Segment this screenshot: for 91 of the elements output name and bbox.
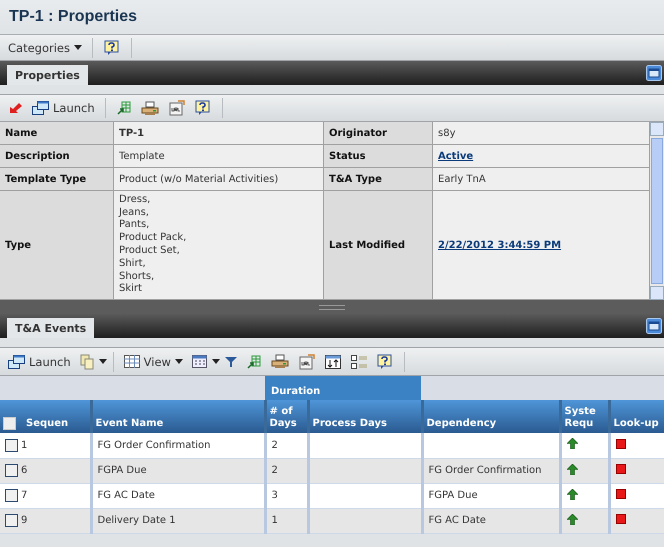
- printer-icon[interactable]: [270, 354, 289, 369]
- column-header[interactable]: Event Name: [91, 400, 265, 433]
- type-value: Product Set,: [119, 245, 180, 258]
- help-icon[interactable]: [194, 100, 211, 116]
- field-value: Template: [119, 150, 165, 162]
- column-header[interactable]: # of Days: [265, 400, 308, 433]
- field-value: Product (w/o Material Activities): [119, 174, 278, 184]
- column-header[interactable]: Syste Requ: [560, 400, 609, 433]
- field-label: Status: [329, 150, 366, 162]
- categories-menu[interactable]: Categories: [4, 36, 86, 58]
- column-header[interactable]: Process Days: [308, 400, 422, 433]
- table-cell: 2: [265, 433, 308, 458]
- square-icon: [616, 489, 626, 499]
- table-cell: 1: [265, 508, 308, 533]
- table-cell: FGPA Due: [422, 483, 560, 508]
- up-arrow-icon: [566, 514, 578, 524]
- type-value: Skirt: [119, 283, 142, 296]
- field-label: Description: [5, 150, 70, 162]
- up-arrow-icon: [566, 438, 578, 450]
- type-value: Shirt,: [119, 258, 146, 271]
- table-cell: FG AC Date: [422, 508, 560, 533]
- back-arrow-icon[interactable]: [9, 102, 23, 114]
- square-icon: [616, 464, 626, 474]
- windows-icon: [32, 101, 49, 115]
- table-cell: 7: [21, 490, 28, 502]
- field-label: Last Modified: [329, 240, 406, 250]
- windows-icon: [8, 354, 25, 368]
- row-checkbox[interactable]: [5, 464, 18, 477]
- maximize-icon[interactable]: [646, 318, 662, 334]
- type-value: Pants,: [119, 219, 150, 232]
- help-icon[interactable]: [376, 354, 393, 370]
- expand-list-icon[interactable]: [350, 354, 367, 368]
- type-value: Shorts,: [119, 270, 154, 283]
- dropdown-caret-icon[interactable]: [174, 359, 183, 364]
- maximize-icon[interactable]: [646, 65, 662, 81]
- dropdown-caret-icon[interactable]: [74, 45, 82, 50]
- column-header[interactable]: Sequen: [0, 400, 91, 433]
- table-cell: 9: [21, 515, 28, 526]
- table-cell: FG AC Date: [91, 483, 265, 508]
- table-cell: FGPA Due: [91, 458, 265, 483]
- sort-icon[interactable]: [324, 354, 341, 368]
- column-header[interactable]: Dependency: [422, 400, 560, 433]
- table-cell: Delivery Date 1: [91, 508, 265, 533]
- select-all-checkbox[interactable]: [3, 416, 16, 430]
- table-cell: 2: [265, 458, 308, 483]
- value-link[interactable]: Active: [438, 150, 474, 162]
- table-cell: 1: [21, 440, 28, 451]
- table-icon: [124, 355, 140, 368]
- copy-icon[interactable]: [80, 354, 94, 370]
- column-header[interactable]: Look-up: [609, 400, 664, 433]
- field-label: Type: [5, 240, 32, 250]
- field-value: s8y: [438, 128, 456, 138]
- up-arrow-icon: [566, 464, 578, 474]
- panel-tab[interactable]: T&A Events: [7, 318, 94, 338]
- caret-icon[interactable]: [212, 359, 220, 364]
- calendar-icon[interactable]: [192, 355, 207, 368]
- field-label: Originator: [329, 128, 387, 138]
- field-label: T&A Type: [329, 174, 382, 184]
- table-cell: 6: [21, 465, 28, 476]
- type-value: Jeans,: [119, 206, 149, 220]
- url-icon[interactable]: [168, 100, 185, 116]
- table-cell: 3: [265, 483, 308, 508]
- table-cell: FG Order Confirmation: [91, 433, 265, 458]
- export-grid-icon[interactable]: [246, 354, 261, 368]
- launch-button[interactable]: Launch: [28, 97, 99, 119]
- url-icon[interactable]: [298, 354, 315, 370]
- type-value: Product Pack,: [119, 232, 186, 245]
- field-label: Name: [5, 128, 38, 138]
- help-icon[interactable]: [104, 40, 120, 56]
- export-grid-icon[interactable]: [116, 101, 131, 115]
- value-link[interactable]: 2/22/2012 3:44:59 PM: [438, 240, 562, 250]
- row-checkbox[interactable]: [5, 438, 18, 452]
- table-cell: FG Order Confirmation: [422, 458, 560, 483]
- square-icon: [616, 514, 626, 524]
- field-value: TP-1: [119, 128, 144, 138]
- page-title: TP-1 : Properties: [0, 0, 664, 35]
- caret-icon[interactable]: [98, 359, 107, 364]
- scrollbar[interactable]: [650, 122, 664, 300]
- field-value: Early TnA: [438, 174, 486, 184]
- launch-button[interactable]: Launch: [4, 350, 75, 372]
- row-checkbox[interactable]: [5, 489, 18, 502]
- filter-icon[interactable]: [224, 356, 237, 368]
- square-icon: [616, 438, 626, 449]
- row-checkbox[interactable]: [5, 514, 18, 527]
- panel-tab[interactable]: Properties: [7, 65, 88, 85]
- group-header: Duration: [265, 376, 421, 400]
- view-menu[interactable]: View: [120, 350, 187, 372]
- type-value: Dress,: [119, 194, 150, 207]
- printer-icon[interactable]: [140, 100, 159, 116]
- field-label: Template Type: [5, 174, 86, 184]
- up-arrow-icon: [566, 488, 578, 500]
